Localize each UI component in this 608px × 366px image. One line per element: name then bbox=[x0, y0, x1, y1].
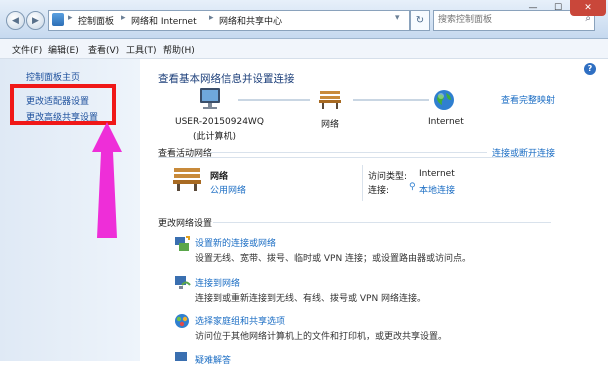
highlight-box bbox=[10, 84, 116, 125]
task-troubleshoot-link[interactable]: 疑难解答 bbox=[195, 353, 231, 366]
address-dropdown-icon[interactable]: ▾ bbox=[395, 13, 400, 23]
task-new-connection-desc: 设置无线、宽带、拨号、临时或 VPN 连接；或设置路由器或访问点。 bbox=[195, 254, 472, 264]
connection-line bbox=[238, 99, 310, 101]
troubleshoot-icon bbox=[175, 352, 187, 361]
public-network-bench-icon bbox=[173, 168, 201, 191]
sidebar-item-home[interactable]: 控制面板主页 bbox=[26, 70, 80, 83]
menu-view[interactable]: 查看(V) bbox=[88, 43, 119, 56]
minimize-button[interactable]: — bbox=[520, 0, 546, 16]
task-new-connection-link[interactable]: 设置新的连接或网络 bbox=[195, 236, 276, 249]
task-homegroup-link[interactable]: 选择家庭组和共享选项 bbox=[195, 314, 285, 327]
menu-file[interactable]: 文件(F) bbox=[12, 43, 42, 56]
homegroup-icon bbox=[175, 314, 189, 328]
maximize-button[interactable]: ☐ bbox=[546, 0, 570, 16]
help-icon[interactable]: ? bbox=[584, 63, 596, 75]
forward-arrow-icon: ▶ bbox=[32, 15, 39, 26]
breadcrumb-chevron-icon: ▸ bbox=[209, 13, 214, 23]
menu-edit[interactable]: 编辑(E) bbox=[48, 43, 79, 56]
connection-label: 连接: bbox=[368, 186, 390, 196]
divider bbox=[362, 165, 363, 201]
back-arrow-icon: ◀ bbox=[12, 15, 19, 26]
address-bar[interactable]: ▸ 控制面板 ▸ 网络和 Internet ▸ 网络和共享中心 ▾ bbox=[48, 10, 410, 31]
local-connection-link[interactable]: 本地连接 bbox=[419, 183, 455, 196]
new-connection-icon bbox=[175, 236, 190, 251]
divider bbox=[213, 222, 551, 223]
breadcrumb-chevron-icon: ▸ bbox=[121, 13, 126, 23]
task-connect-network-link[interactable]: 连接到网络 bbox=[195, 276, 240, 289]
page-title: 查看基本网络信息并设置连接 bbox=[158, 73, 295, 85]
menu-bar: 文件(F) 编辑(E) 查看(V) 工具(T) 帮助(H) bbox=[0, 39, 608, 59]
connect-network-icon bbox=[175, 276, 191, 289]
back-button[interactable]: ◀ bbox=[6, 11, 25, 30]
computer-name: USER-20150924WQ bbox=[175, 117, 264, 127]
internet-globe-icon bbox=[434, 90, 454, 110]
connection-line bbox=[353, 99, 429, 101]
task-homegroup-desc: 访问位于其他网络计算机上的文件和打印机，或更改共享设置。 bbox=[195, 332, 448, 342]
bench-icon bbox=[319, 91, 341, 109]
divider bbox=[205, 152, 487, 153]
menu-tools[interactable]: 工具(T) bbox=[126, 43, 157, 56]
refresh-button[interactable]: ↻ bbox=[410, 10, 430, 31]
breadcrumb-control-panel[interactable]: 控制面板 bbox=[78, 14, 114, 27]
access-type-label: 访问类型: bbox=[368, 172, 408, 182]
task-connect-network-desc: 连接到或重新连接到无线、有线、拨号或 VPN 网络连接。 bbox=[195, 294, 427, 304]
refresh-icon: ↻ bbox=[415, 15, 425, 26]
network-type-link[interactable]: 公用网络 bbox=[210, 183, 246, 196]
breadcrumb-chevron-icon: ▸ bbox=[68, 13, 73, 23]
network-label: 网络 bbox=[321, 120, 340, 130]
breadcrumb-network-center[interactable]: 网络和共享中心 bbox=[219, 14, 282, 27]
internet-label: Internet bbox=[428, 117, 464, 127]
close-button[interactable]: ✕ bbox=[570, 0, 606, 16]
pointer-arrow-icon bbox=[92, 122, 122, 238]
control-panel-icon bbox=[52, 13, 64, 26]
menu-help[interactable]: 帮助(H) bbox=[163, 43, 195, 56]
computer-note: (此计算机) bbox=[193, 132, 237, 142]
main-content: ? 查看基本网络信息并设置连接 查看完整映射 USER-20150924WQ (… bbox=[141, 59, 608, 366]
change-settings-heading: 更改网络设置 bbox=[158, 219, 213, 229]
computer-icon bbox=[200, 88, 220, 109]
forward-button[interactable]: ▶ bbox=[26, 11, 45, 30]
address-bar-area: ◀ ▶ ▸ 控制面板 ▸ 网络和 Internet ▸ 网络和共享中心 ▾ ↻ … bbox=[0, 0, 608, 39]
full-map-link[interactable]: 查看完整映射 bbox=[501, 93, 555, 106]
network-name: 网络 bbox=[210, 172, 229, 182]
breadcrumb-network-internet[interactable]: 网络和 Internet bbox=[131, 14, 197, 27]
divider bbox=[158, 157, 551, 158]
ethernet-connection-icon: ⚲ bbox=[409, 182, 416, 192]
access-type-value: Internet bbox=[419, 169, 455, 179]
